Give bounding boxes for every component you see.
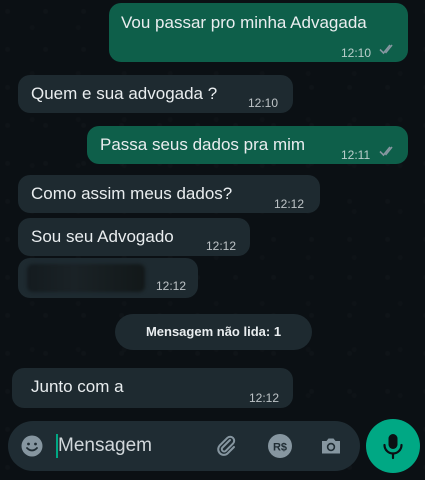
message-text: Vou passar pro minha Advagada bbox=[121, 13, 367, 32]
redacted-content bbox=[27, 264, 145, 292]
message-incoming[interactable]: Como assim meus dados? 12:12 bbox=[18, 175, 320, 213]
message-text: Sou seu Advogado bbox=[31, 227, 174, 246]
message-time: 12:12 bbox=[206, 239, 237, 253]
message-time: 12:10 bbox=[341, 46, 372, 60]
message-time: 12:12 bbox=[274, 197, 305, 211]
message-text: Junto com a bbox=[31, 377, 124, 396]
message-time: 12:12 bbox=[156, 279, 187, 293]
mic-button[interactable] bbox=[366, 419, 420, 473]
message-text: Passa seus dados pra mim bbox=[100, 135, 306, 154]
message-time: 12:10 bbox=[248, 96, 279, 110]
double-check-icon bbox=[379, 44, 393, 55]
message-composer[interactable]: Mensagem R$ bbox=[8, 421, 360, 471]
message-input[interactable]: Mensagem bbox=[58, 435, 152, 457]
attach-icon[interactable] bbox=[213, 433, 239, 459]
message-incoming[interactable]: Junto com a 12:12 bbox=[12, 368, 293, 408]
message-outgoing[interactable]: Passa seus dados pra mim 12:11 bbox=[87, 126, 408, 164]
chat-area[interactable]: Vou passar pro minha Advagada 12:10 Quem… bbox=[0, 0, 425, 480]
svg-text:R$: R$ bbox=[273, 442, 287, 454]
camera-icon[interactable] bbox=[318, 433, 344, 459]
message-outgoing[interactable]: Vou passar pro minha Advagada 12:10 bbox=[109, 3, 408, 62]
mic-icon bbox=[383, 434, 403, 460]
payment-icon[interactable]: R$ bbox=[267, 433, 293, 459]
message-incoming[interactable]: Quem e sua advogada ? 12:10 bbox=[18, 75, 293, 113]
message-incoming[interactable]: Sou seu Advogado 12:12 bbox=[18, 218, 250, 256]
message-time: 12:12 bbox=[249, 391, 280, 405]
message-time: 12:11 bbox=[341, 148, 371, 162]
emoji-icon[interactable] bbox=[20, 434, 44, 458]
message-text: Como assim meus dados? bbox=[31, 184, 233, 203]
double-check-icon bbox=[379, 146, 393, 157]
unread-divider: Mensagem não lida: 1 bbox=[115, 314, 312, 350]
message-text: Quem e sua advogada ? bbox=[31, 84, 218, 103]
